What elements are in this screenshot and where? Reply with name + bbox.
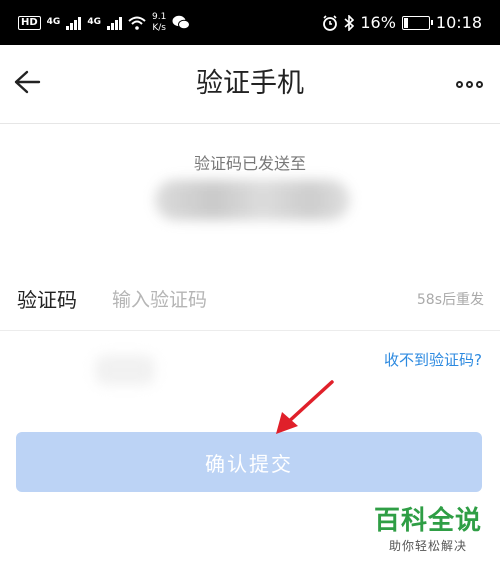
more-button[interactable] <box>452 69 486 99</box>
battery-percent: 16% <box>360 13 396 32</box>
signal-icon-2 <box>106 16 122 30</box>
blurred-phone-number <box>155 180 350 220</box>
wifi-icon <box>128 16 146 30</box>
annotation-arrow-icon <box>276 380 334 434</box>
alarm-icon <box>323 14 338 31</box>
hd-badge: HD <box>18 15 41 30</box>
code-input[interactable] <box>112 283 372 317</box>
code-label: 验证码 <box>17 288 77 312</box>
bluetooth-icon <box>344 14 355 31</box>
status-right: 16% 10:18 <box>322 0 482 45</box>
title-bar: 验证手机 <box>0 45 500 124</box>
net-speed-unit: K/s <box>152 22 166 33</box>
submit-button[interactable]: 确认提交 <box>16 432 482 492</box>
blurred-smudge <box>95 355 155 385</box>
battery-icon <box>401 15 433 30</box>
no-code-link[interactable]: 收不到验证码? <box>384 349 482 370</box>
back-arrow-icon <box>14 70 41 94</box>
status-left: HD 4G 4G 9.1 K/s <box>18 0 191 45</box>
back-button[interactable] <box>10 65 44 99</box>
battery-level <box>403 17 409 28</box>
watermark-title: 百科全说 <box>373 506 482 536</box>
wechat-icon <box>172 15 191 30</box>
more-dot-icon <box>465 80 473 88</box>
net-speed-value: 9.1 <box>151 11 167 22</box>
network-type-2: 4G <box>87 17 101 27</box>
page-title: 验证手机 <box>196 68 304 99</box>
clock: 10:18 <box>435 13 482 32</box>
code-sent-label: 验证码已发送至 <box>193 154 306 173</box>
resend-countdown: 58s后重发 <box>416 292 484 308</box>
watermark: 百科全说 助你轻松解决 <box>374 505 482 554</box>
net-speed: 9.1 K/s <box>152 12 166 34</box>
network-type-1: 4G <box>46 17 61 27</box>
more-dot-icon <box>475 80 483 88</box>
status-bar: HD 4G 4G 9.1 K/s 16% 10:18 <box>0 0 500 45</box>
signal-icon <box>66 16 82 30</box>
more-dot-icon <box>455 80 463 88</box>
watermark-subtitle: 助你轻松解决 <box>388 539 467 553</box>
code-row: 验证码 58s后重发 <box>0 270 500 331</box>
